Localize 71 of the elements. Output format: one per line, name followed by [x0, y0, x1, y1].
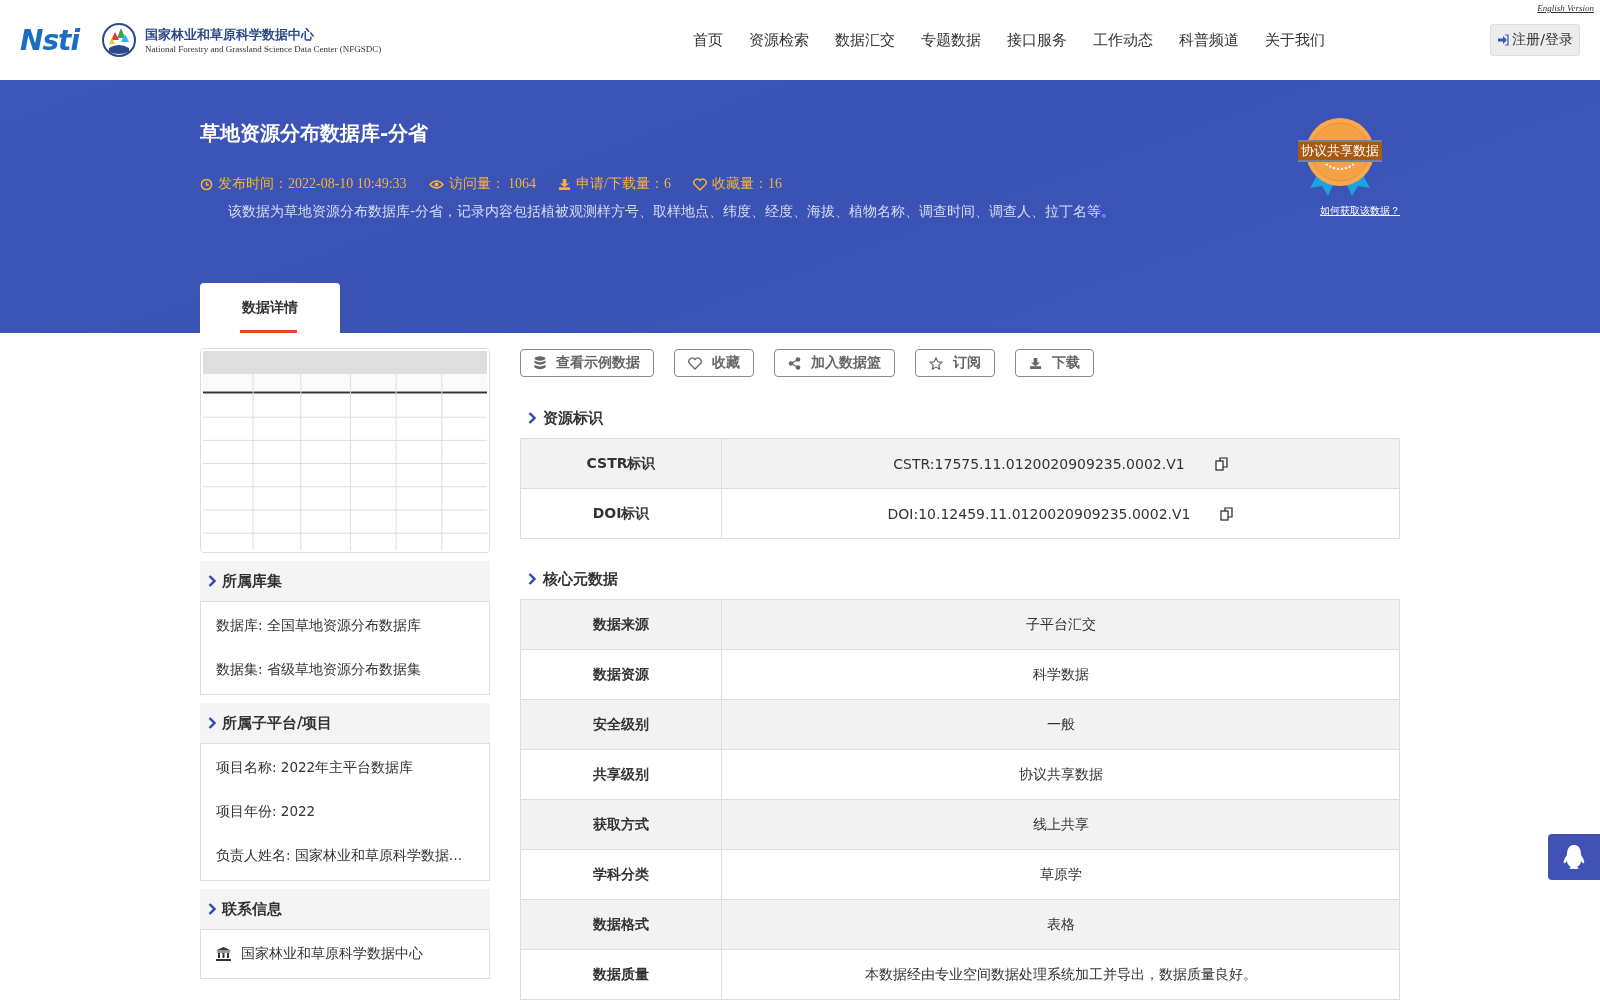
download-icon [558, 177, 572, 191]
eye-icon [428, 178, 444, 190]
meta-text: 访问量： 1064 [448, 175, 537, 193]
nav-link[interactable]: 工作动态 [1080, 30, 1166, 50]
field-value: 线上共享 [1032, 815, 1089, 834]
meta-text: 申请/下载量：6 [576, 175, 671, 193]
nsti-logo: Nsti [20, 23, 80, 57]
share-level-badge: 协议共享数据 [1298, 140, 1382, 162]
meta-text: 发布时间：2022-08-10 10:49:33 [218, 175, 407, 193]
field-value: 科学数据 [1032, 665, 1089, 684]
heart-icon [688, 356, 702, 370]
panel-title: 联系信息 [222, 899, 282, 919]
nav-link[interactable]: 数据汇交 [822, 30, 908, 50]
penguin-icon [1562, 844, 1586, 870]
action-button[interactable]: 收藏 [674, 349, 754, 377]
center-logo-icon [101, 22, 138, 58]
clock-icon [200, 177, 213, 191]
chevron-icon [208, 575, 216, 587]
copy-icon[interactable] [1220, 506, 1234, 521]
database-icon [534, 356, 546, 370]
field-label: DOI标识 [521, 489, 722, 538]
action-button[interactable]: 下载 [1015, 349, 1094, 377]
chevron-icon [528, 573, 536, 585]
bank-icon [216, 947, 231, 961]
meta-text: 收藏量：16 [712, 175, 782, 193]
section-title: 核心元数据 [543, 569, 618, 589]
nav-link[interactable]: 接口服务 [994, 30, 1080, 50]
english-version-link[interactable]: English Version [1537, 3, 1594, 13]
star-icon [929, 356, 943, 370]
nav-link[interactable]: 科普频道 [1166, 30, 1252, 50]
nav-link[interactable]: 首页 [680, 30, 736, 50]
field-value: 一般 [1046, 715, 1075, 734]
download-icon [1029, 356, 1042, 370]
field-value: 本数据经由专业空间数据处理系统加工并导出，数据质量良好。 [864, 965, 1257, 984]
share-icon [788, 356, 801, 370]
action-button[interactable]: 订阅 [915, 349, 995, 377]
action-button[interactable]: 查看示例数据 [520, 349, 654, 377]
action-button[interactable]: 加入数据篮 [774, 349, 895, 377]
field-value: 协议共享数据 [1018, 765, 1103, 784]
panel-item: 项目名称: 2022年主平台数据库 [216, 759, 414, 777]
chevron-icon [208, 717, 216, 729]
sign-in-icon [1497, 34, 1510, 46]
panel-title: 所属子平台/项目 [222, 713, 333, 733]
panel-item: 数据集: 省级草地资源分布数据集 [216, 661, 421, 679]
copy-icon[interactable] [1214, 456, 1228, 471]
field-value: 表格 [1046, 915, 1075, 934]
how-to-get-link[interactable]: 如何获取该数据？ [1320, 204, 1400, 218]
field-value: CSTR:17575.11.0120020909235.0002.V1 [893, 455, 1185, 472]
nav-link[interactable]: 资源检索 [736, 30, 822, 50]
heart-icon [693, 177, 707, 191]
chevron-icon [208, 903, 216, 915]
chevron-icon [528, 412, 536, 424]
panel-item: 数据库: 全国草地资源分布数据库 [216, 617, 421, 635]
dataset-description: 该数据为草地资源分布数据库-分省，记录内容包括植被观测样方号、取样地点、纬度、经度、海拔、植物名称、调查时间、调查人、拉丁名等。 [228, 203, 1116, 221]
nav-link[interactable]: 关于我们 [1252, 30, 1338, 50]
field-value: 子平台汇交 [1025, 615, 1096, 634]
field-label: 数据质量 [521, 950, 722, 999]
section-title: 资源标识 [543, 408, 603, 428]
panel-title: 所属库集 [222, 571, 282, 591]
chat-button[interactable] [1548, 834, 1600, 880]
center-name: 国家林业和草原科学数据中心 [145, 26, 316, 44]
tab[interactable]: 数据详情 [200, 283, 340, 333]
panel-item: 项目年份: 2022 [216, 803, 316, 821]
field-value: DOI:10.12459.11.0120020909235.0002.V1 [887, 505, 1191, 522]
center-english-name: National Forestry and Grassland Science Data Center (NFGSDC) [145, 44, 382, 54]
nav-link[interactable]: 专题数据 [908, 30, 994, 50]
dataset-title: 草地资源分布数据库-分省 [200, 120, 430, 147]
panel-item: 负责人姓名: 国家林业和草原科学数据… [216, 847, 463, 865]
field-value: 草原学 [1039, 865, 1082, 884]
panel-item: 国家林业和草原科学数据中心 [241, 945, 423, 963]
login-button[interactable]: 注册/登录 [1490, 24, 1580, 56]
